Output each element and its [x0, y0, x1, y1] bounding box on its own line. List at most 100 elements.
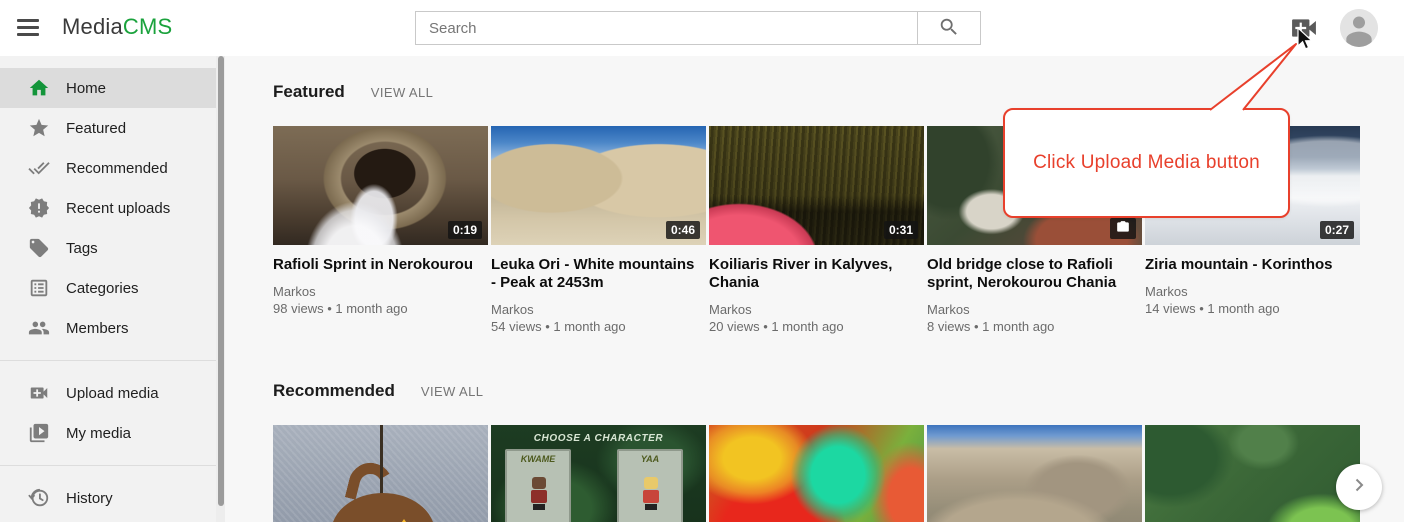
- video-title[interactable]: Leuka Ori - White mountains - Peak at 24…: [491, 256, 701, 292]
- done-all-icon: [28, 157, 50, 179]
- my-media-icon: [28, 422, 50, 444]
- thumbnail-art: [643, 477, 659, 511]
- scrollbar-thumb[interactable]: [218, 56, 224, 506]
- logo-cms-text: CMS: [123, 14, 173, 39]
- hamburger-menu-icon[interactable]: [16, 17, 40, 39]
- tag-icon: [28, 237, 50, 259]
- game-character-name: KWAME: [507, 454, 569, 464]
- video-meta: 98 views • 1 month ago: [273, 300, 488, 317]
- video-author[interactable]: Markos: [709, 301, 924, 318]
- thumbnail-art: [380, 425, 383, 495]
- thumbnail-art: KWAME: [505, 449, 571, 522]
- tooltip-text: Click Upload Media button: [1033, 152, 1260, 174]
- featured-view-all-link[interactable]: VIEW ALL: [371, 85, 433, 100]
- person-icon: [1340, 34, 1378, 47]
- video-card[interactable]: [273, 425, 488, 522]
- duration-badge: 0:46: [666, 221, 700, 239]
- sidebar-item-label: Recent uploads: [66, 200, 170, 217]
- sidebar-item-recommended[interactable]: Recommended: [0, 148, 216, 188]
- duration-badge: 0:19: [448, 221, 482, 239]
- video-card[interactable]: [709, 425, 924, 522]
- search-bar: [415, 11, 981, 45]
- video-card[interactable]: 0:31 Koiliaris River in Kalyves, Chania …: [709, 126, 924, 335]
- sidebar-item-label: Recommended: [66, 160, 168, 177]
- video-thumbnail[interactable]: 0:19: [273, 126, 488, 245]
- video-author[interactable]: Markos: [273, 283, 488, 300]
- video-author[interactable]: Markos: [491, 301, 706, 318]
- sidebar-item-recent-uploads[interactable]: Recent uploads: [0, 188, 216, 228]
- sidebar-item-label: History: [66, 490, 113, 507]
- video-author[interactable]: Markos: [927, 301, 1142, 318]
- video-thumbnail[interactable]: [1145, 425, 1360, 522]
- logo[interactable]: MediaCMS: [62, 14, 172, 40]
- sidebar-scrollbar[interactable]: [216, 56, 225, 522]
- search-input[interactable]: [415, 11, 917, 45]
- sidebar-divider: [0, 360, 216, 361]
- upload-media-icon: [1291, 26, 1317, 43]
- sidebar-item-label: My media: [66, 425, 131, 442]
- video-meta: 8 views • 1 month ago: [927, 318, 1142, 335]
- thumbnail-art: YAA: [617, 449, 683, 522]
- sidebar-item-label: Categories: [66, 280, 139, 297]
- new-releases-icon: [28, 197, 50, 219]
- home-icon: [28, 77, 50, 99]
- search-button[interactable]: [917, 11, 981, 45]
- recommended-cards-row: CHOOSE A CHARACTER KWAME YAA Selected Se…: [273, 425, 1404, 522]
- upload-media-icon: [28, 382, 50, 404]
- sidebar-item-label: Members: [66, 320, 129, 337]
- section-title: Featured: [273, 82, 345, 102]
- search-icon: [938, 16, 960, 41]
- sidebar-divider: [0, 465, 216, 466]
- video-title[interactable]: Ziria mountain - Korinthos: [1145, 256, 1355, 274]
- top-bar: MediaCMS: [0, 0, 1404, 56]
- categories-icon: [28, 277, 50, 299]
- video-thumbnail[interactable]: [927, 425, 1142, 522]
- video-card[interactable]: 0:46 Leuka Ori - White mountains - Peak …: [491, 126, 706, 335]
- video-author[interactable]: Markos: [1145, 283, 1360, 300]
- video-title[interactable]: Old bridge close to Rafioli sprint, Nero…: [927, 256, 1137, 292]
- video-card[interactable]: 0:19 Rafioli Sprint in Nerokourou Markos…: [273, 126, 488, 335]
- video-meta: 54 views • 1 month ago: [491, 318, 706, 335]
- sidebar-item-categories[interactable]: Categories: [0, 268, 216, 308]
- video-card[interactable]: [927, 425, 1142, 522]
- sidebar-item-history[interactable]: History: [0, 478, 216, 518]
- sidebar-item-label: Home: [66, 80, 106, 97]
- members-icon: [28, 317, 50, 339]
- sidebar-item-my-media[interactable]: My media: [0, 413, 216, 453]
- user-avatar[interactable]: [1340, 9, 1378, 47]
- video-meta: 20 views • 1 month ago: [709, 318, 924, 335]
- duration-badge: 0:31: [884, 221, 918, 239]
- sidebar-item-upload-media[interactable]: Upload media: [0, 373, 216, 413]
- video-thumbnail[interactable]: 0:31: [709, 126, 924, 245]
- recommended-view-all-link[interactable]: VIEW ALL: [421, 384, 483, 399]
- sidebar-item-home[interactable]: Home: [0, 68, 216, 108]
- sidebar-item-label: Featured: [66, 120, 126, 137]
- sidebar-item-label: Tags: [66, 240, 98, 257]
- logo-media-text: Media: [62, 14, 123, 39]
- sidebar-item-tags[interactable]: Tags: [0, 228, 216, 268]
- sidebar-item-members[interactable]: Members: [0, 308, 216, 348]
- game-heading-text: CHOOSE A CHARACTER: [491, 433, 706, 444]
- sidebar-item-featured[interactable]: Featured: [0, 108, 216, 148]
- chevron-right-icon: [1347, 473, 1371, 502]
- upload-media-button[interactable]: [1291, 17, 1317, 39]
- carousel-next-button[interactable]: [1336, 464, 1382, 510]
- video-thumbnail[interactable]: [709, 425, 924, 522]
- featured-section-header: Featured VIEW ALL: [273, 82, 1404, 102]
- video-title[interactable]: Rafioli Sprint in Nerokourou: [273, 256, 483, 274]
- thumbnail-art: [531, 477, 547, 511]
- game-character-name: YAA: [619, 454, 681, 464]
- duration-badge: 0:27: [1320, 221, 1354, 239]
- sidebar-item-label: Upload media: [66, 385, 159, 402]
- video-thumbnail[interactable]: 0:46: [491, 126, 706, 245]
- video-thumbnail[interactable]: CHOOSE A CHARACTER KWAME YAA Selected Se…: [491, 425, 706, 522]
- video-meta: 14 views • 1 month ago: [1145, 300, 1360, 317]
- video-title[interactable]: Koiliaris River in Kalyves, Chania: [709, 256, 919, 292]
- video-card[interactable]: [1145, 425, 1360, 522]
- video-card[interactable]: CHOOSE A CHARACTER KWAME YAA Selected Se…: [491, 425, 706, 522]
- camera-icon: [1110, 218, 1136, 239]
- star-icon: [28, 117, 50, 139]
- video-thumbnail[interactable]: [273, 425, 488, 522]
- history-icon: [28, 487, 50, 509]
- tooltip-bubble: Click Upload Media button: [1003, 108, 1290, 218]
